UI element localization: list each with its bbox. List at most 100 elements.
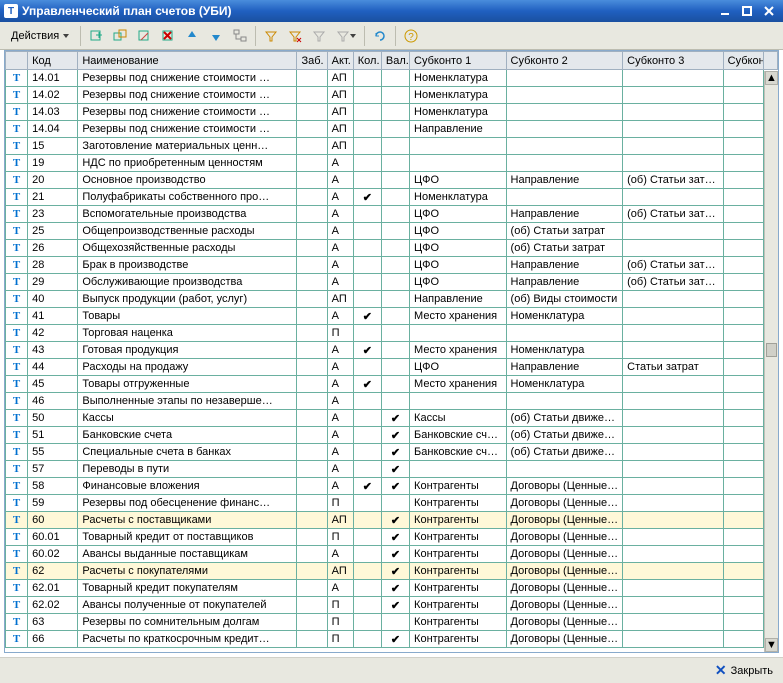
table-row[interactable]: T25Общепроизводственные расходыАЦФО(об) … bbox=[6, 223, 778, 240]
scroll-down-button[interactable]: ▼ bbox=[765, 638, 778, 652]
row-mark-icon: T bbox=[6, 563, 28, 580]
filter-more-button[interactable] bbox=[332, 25, 360, 47]
table-row[interactable]: T50КассыА✔Кассы(об) Статьи движен… bbox=[6, 410, 778, 427]
row-mark-icon: T bbox=[6, 291, 28, 308]
table-row[interactable]: T23Вспомогательные производстваАЦФОНапра… bbox=[6, 206, 778, 223]
filter-clear-button[interactable] bbox=[284, 25, 306, 47]
table-row[interactable]: T15Заготовление материальных ценн…АП bbox=[6, 138, 778, 155]
cell-sub1: ЦФО bbox=[410, 223, 507, 240]
col-sub3[interactable]: Субконто 3 bbox=[623, 52, 724, 70]
table-row[interactable]: T42Торговая наценкаП bbox=[6, 325, 778, 342]
cell-sub1: Место хранения bbox=[410, 342, 507, 359]
table-row[interactable]: T20Основное производствоАЦФОНаправление(… bbox=[6, 172, 778, 189]
table-row[interactable]: T62.02Авансы полученные от покупателейП✔… bbox=[6, 597, 778, 614]
add-sub-button[interactable] bbox=[109, 25, 131, 47]
cell-name: Полуфабрикаты собственного про… bbox=[78, 189, 297, 206]
minimize-button[interactable] bbox=[715, 3, 735, 19]
table-row[interactable]: T46Выполненные этапы по незаверше…А bbox=[6, 393, 778, 410]
table-row[interactable]: T55Специальные счета в банкахА✔Банковски… bbox=[6, 444, 778, 461]
table-row[interactable]: T66Расчеты по краткосрочным кредит…П✔Кон… bbox=[6, 631, 778, 648]
maximize-button[interactable] bbox=[737, 3, 757, 19]
cell-sub4 bbox=[723, 580, 763, 597]
delete-button[interactable] bbox=[157, 25, 179, 47]
col-val[interactable]: Вал. bbox=[381, 52, 409, 70]
table-row[interactable]: T43Готовая продукцияА✔Место храненияНоме… bbox=[6, 342, 778, 359]
table-row[interactable]: T58Финансовые вложенияА✔✔КонтрагентыДого… bbox=[6, 478, 778, 495]
cell-akt: П bbox=[327, 597, 353, 614]
accounts-table[interactable]: Код Наименование Заб. Акт. Кол. Вал. Суб… bbox=[5, 51, 778, 648]
cell-sub1: Место хранения bbox=[410, 376, 507, 393]
table-row[interactable]: T14.03Резервы под снижение стоимости …АП… bbox=[6, 104, 778, 121]
cell-sub2 bbox=[506, 155, 623, 172]
table-row[interactable]: T59Резервы под обесценение финанс…ПКонтр… bbox=[6, 495, 778, 512]
table-row[interactable]: T41ТоварыА✔Место храненияНоменклатура bbox=[6, 308, 778, 325]
cell-sub2 bbox=[506, 393, 623, 410]
cell-kol: ✔ bbox=[353, 189, 381, 206]
table-row[interactable]: T14.02Резервы под снижение стоимости …АП… bbox=[6, 87, 778, 104]
scroll-track[interactable] bbox=[765, 85, 778, 638]
filter-off-button[interactable] bbox=[308, 25, 330, 47]
cell-akt: П bbox=[327, 495, 353, 512]
cell-kol bbox=[353, 274, 381, 291]
cell-sub1: ЦФО bbox=[410, 172, 507, 189]
col-kol[interactable]: Кол. bbox=[353, 52, 381, 70]
cell-kol bbox=[353, 410, 381, 427]
table-row[interactable]: T40Выпуск продукции (работ, услуг)АПНапр… bbox=[6, 291, 778, 308]
move-down-button[interactable] bbox=[205, 25, 227, 47]
cell-kol bbox=[353, 597, 381, 614]
cell-kol bbox=[353, 580, 381, 597]
col-mark[interactable] bbox=[6, 52, 28, 70]
table-row[interactable]: T44Расходы на продажуАЦФОНаправлениеСтат… bbox=[6, 359, 778, 376]
table-row[interactable]: T28Брак в производствеАЦФОНаправление(об… bbox=[6, 257, 778, 274]
table-row[interactable]: T14.01Резервы под снижение стоимости …АП… bbox=[6, 70, 778, 87]
table-row[interactable]: T26Общехозяйственные расходыАЦФО(об) Ста… bbox=[6, 240, 778, 257]
col-zab[interactable]: Заб. bbox=[297, 52, 327, 70]
cell-code: 14.01 bbox=[28, 70, 78, 87]
table-row[interactable]: T14.04Резервы под снижение стоимости …АП… bbox=[6, 121, 778, 138]
row-mark-icon: T bbox=[6, 172, 28, 189]
col-sub2[interactable]: Субконто 2 bbox=[506, 52, 623, 70]
cell-val bbox=[381, 121, 409, 138]
hierarchy-button[interactable] bbox=[229, 25, 251, 47]
col-code[interactable]: Код bbox=[28, 52, 78, 70]
cell-code: 62 bbox=[28, 563, 78, 580]
col-name[interactable]: Наименование bbox=[78, 52, 297, 70]
refresh-button[interactable] bbox=[369, 25, 391, 47]
col-akt[interactable]: Акт. bbox=[327, 52, 353, 70]
cell-val: ✔ bbox=[381, 427, 409, 444]
table-row[interactable]: T51Банковские счетаА✔Банковские сч…(об) … bbox=[6, 427, 778, 444]
cell-name: Авансы выданные поставщикам bbox=[78, 546, 297, 563]
close-button[interactable] bbox=[759, 3, 779, 19]
actions-menu[interactable]: Действия bbox=[4, 25, 76, 47]
scroll-thumb[interactable] bbox=[766, 343, 777, 357]
row-mark-icon: T bbox=[6, 495, 28, 512]
col-sub4[interactable]: Субкон... bbox=[723, 52, 763, 70]
table-row[interactable]: T19НДС по приобретенным ценностямА bbox=[6, 155, 778, 172]
scroll-up-button[interactable]: ▲ bbox=[765, 71, 778, 85]
table-row[interactable]: T29Обслуживающие производстваАЦФОНаправл… bbox=[6, 274, 778, 291]
col-sub1[interactable]: Субконто 1 bbox=[410, 52, 507, 70]
cell-val bbox=[381, 223, 409, 240]
cell-val bbox=[381, 189, 409, 206]
edit-button[interactable] bbox=[133, 25, 155, 47]
move-up-button[interactable] bbox=[181, 25, 203, 47]
filter-button[interactable] bbox=[260, 25, 282, 47]
table-row[interactable]: T60.02Авансы выданные поставщикамА✔Контр… bbox=[6, 546, 778, 563]
cell-name: Обслуживающие производства bbox=[78, 274, 297, 291]
table-row[interactable]: T63Резервы по сомнительным долгамПКонтра… bbox=[6, 614, 778, 631]
table-row[interactable]: T57Переводы в путиА✔ bbox=[6, 461, 778, 478]
close-window-button[interactable]: ✕ Закрыть bbox=[715, 662, 773, 679]
vertical-scrollbar[interactable]: ▲ ▼ bbox=[764, 71, 778, 652]
table-row[interactable]: T60.01Товарный кредит от поставщиковП✔Ко… bbox=[6, 529, 778, 546]
table-row[interactable]: T60Расчеты с поставщикамиАП✔КонтрагентыД… bbox=[6, 512, 778, 529]
table-row[interactable]: T62Расчеты с покупателямиАП✔КонтрагентыД… bbox=[6, 563, 778, 580]
help-button[interactable]: ? bbox=[400, 25, 422, 47]
table-row[interactable]: T62.01Товарный кредит покупателямА✔Контр… bbox=[6, 580, 778, 597]
row-mark-icon: T bbox=[6, 461, 28, 478]
add-button[interactable] bbox=[85, 25, 107, 47]
cell-kol bbox=[353, 461, 381, 478]
cell-sub2: Направление bbox=[506, 274, 623, 291]
table-row[interactable]: T45Товары отгруженныеА✔Место храненияНом… bbox=[6, 376, 778, 393]
cell-sub3: (об) Статьи затрат bbox=[623, 206, 724, 223]
table-row[interactable]: T21Полуфабрикаты собственного про…А✔Номе… bbox=[6, 189, 778, 206]
